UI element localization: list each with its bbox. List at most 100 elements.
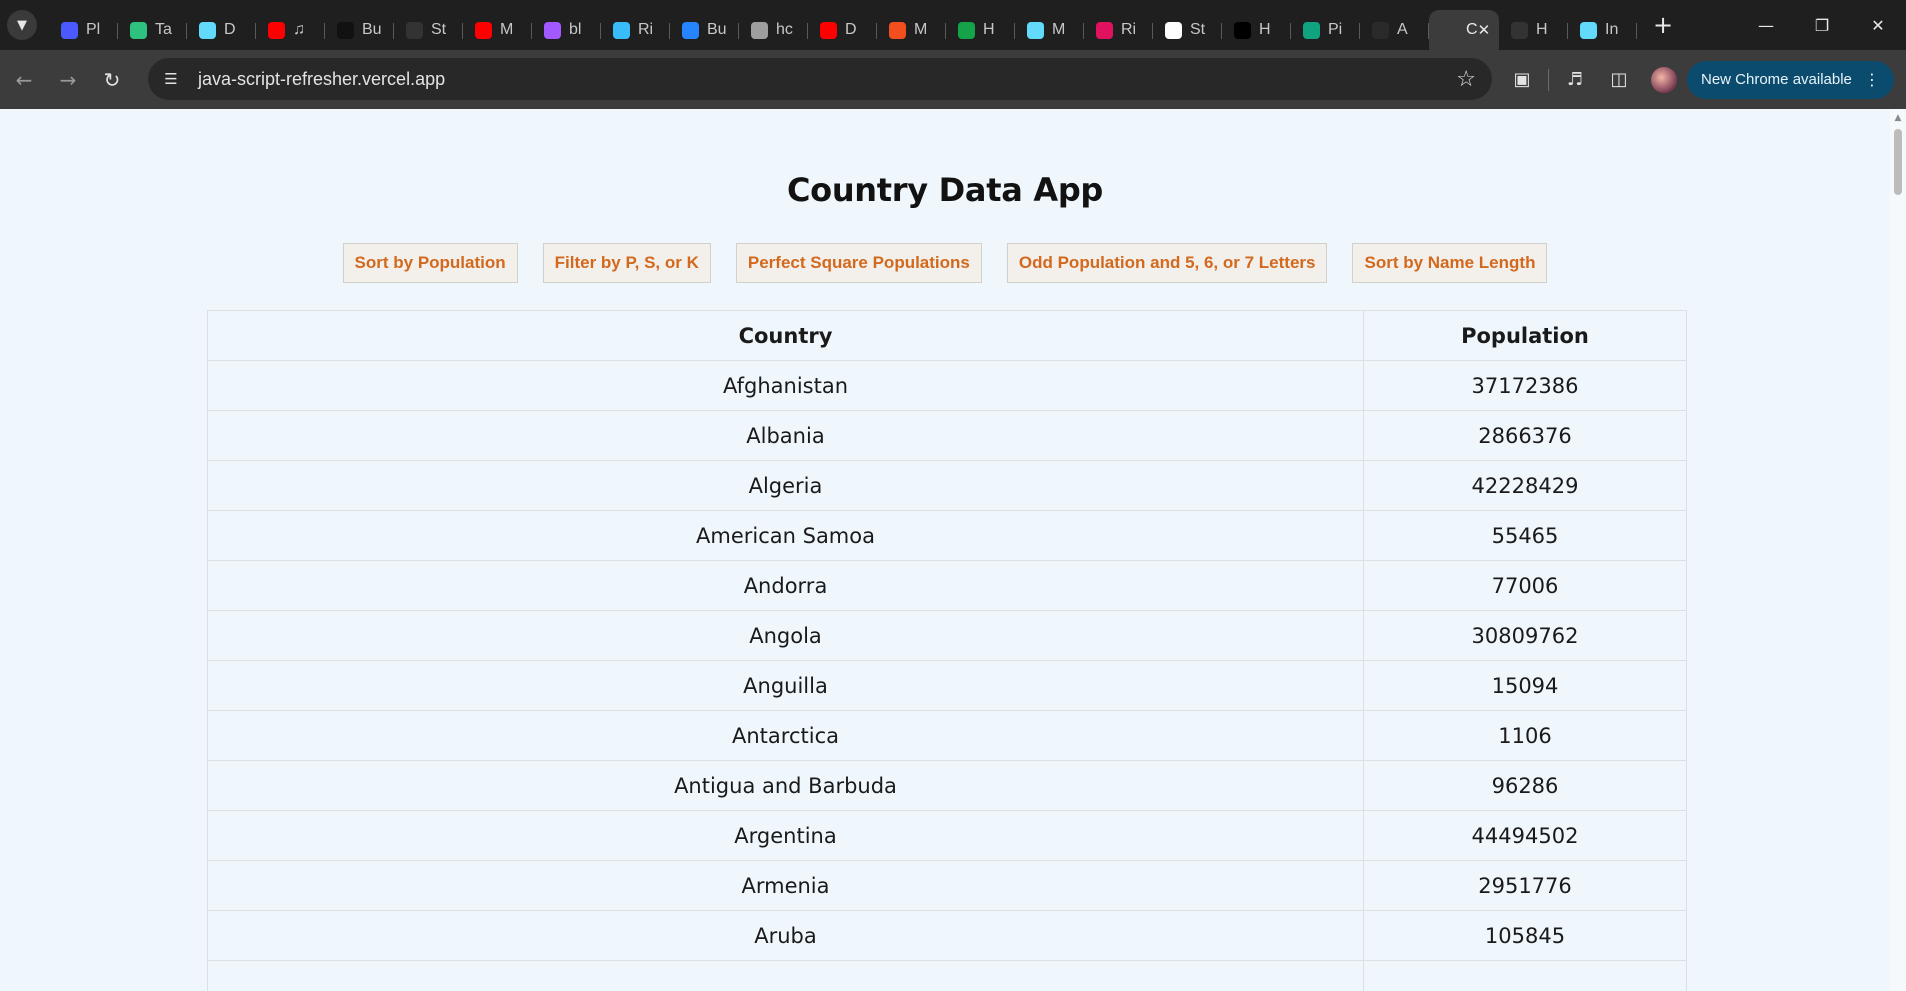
browser-tab[interactable]: Pl: [49, 10, 118, 50]
site-info-icon[interactable]: ☰: [156, 64, 186, 94]
profile-avatar[interactable]: [1651, 66, 1677, 93]
bookmark-star-icon[interactable]: ☆: [1456, 67, 1476, 92]
browser-tab[interactable]: Pi: [1291, 10, 1360, 50]
browser-tab[interactable]: D: [808, 10, 877, 50]
chatgpt-icon: [1303, 21, 1320, 39]
calendar-icon: [751, 21, 768, 39]
tab-label: hc: [776, 21, 793, 38]
page-scrollbar[interactable]: ▲: [1890, 109, 1906, 991]
window-controls: — ❐ ✕: [1738, 0, 1906, 50]
tab-label: M: [914, 21, 928, 38]
youtube-icon: [820, 21, 837, 39]
reload-icon[interactable]: ↻: [92, 60, 132, 100]
browser-tab[interactable]: H: [946, 10, 1015, 50]
population-cell: 2866376: [1363, 410, 1687, 461]
page-viewport: Country Data App Sort by Population Filte…: [0, 109, 1906, 991]
react-icon: [1027, 21, 1044, 39]
filter-psk-button[interactable]: Filter by P, S, or K: [542, 243, 711, 283]
browser-tab[interactable]: St: [394, 10, 463, 50]
media-controls-icon[interactable]: ♬: [1553, 58, 1597, 102]
country-cell: Anguilla: [207, 660, 1364, 711]
population-cell: 37172386: [1363, 360, 1687, 411]
react-icon: [1096, 21, 1113, 39]
tab-label: H: [1536, 21, 1548, 38]
table-row: Algeria 42228429: [207, 460, 1687, 511]
browser-tab[interactable]: M: [1015, 10, 1084, 50]
country-cell: [207, 960, 1364, 991]
restore-icon[interactable]: ❐: [1794, 0, 1850, 50]
country-cell: Antarctica: [207, 710, 1364, 761]
tab-label: A: [1397, 21, 1408, 38]
github-icon: [1511, 21, 1528, 39]
new-tab-icon[interactable]: +: [1653, 11, 1673, 39]
browser-tab[interactable]: H: [1499, 10, 1568, 50]
scroll-up-arrow-icon[interactable]: ▲: [1890, 113, 1906, 123]
tab-list: Pl Ta D ♫ Bu St Mbl Ri Bu hc D M H M Ri St H Pi A C ✕ H In: [49, 0, 1637, 50]
table-row: Andorra 77006: [207, 560, 1687, 611]
back-icon[interactable]: ←: [4, 60, 44, 100]
browser-tab[interactable]: hc: [739, 10, 808, 50]
country-cell: Armenia: [207, 860, 1364, 911]
browser-tab[interactable]: M: [877, 10, 946, 50]
country-column-header: Country: [207, 310, 1364, 361]
table-row: Armenia 2951776: [207, 860, 1687, 911]
browser-tab[interactable]: Ta: [118, 10, 187, 50]
browser-tab[interactable]: ♫: [256, 10, 325, 50]
update-label: New Chrome available: [1701, 71, 1852, 88]
side-panel-icon[interactable]: ◫: [1597, 58, 1641, 102]
perfect-square-button[interactable]: Perfect Square Populations: [735, 243, 982, 283]
population-cell: [1363, 960, 1687, 991]
close-window-icon[interactable]: ✕: [1850, 0, 1906, 50]
tab-label: D: [845, 21, 857, 38]
browser-tab[interactable]: Bu: [670, 10, 739, 50]
jira-icon: [682, 21, 699, 39]
github-icon: [406, 21, 423, 39]
tab-search-icon[interactable]: ▼: [7, 10, 37, 40]
extensions-icon[interactable]: ▣: [1500, 58, 1544, 102]
w-letter-icon: [958, 21, 975, 39]
browser-tab[interactable]: A: [1360, 10, 1429, 50]
odd-population-button[interactable]: Odd Population and 5, 6, or 7 Letters: [1006, 243, 1328, 283]
population-cell: 42228429: [1363, 460, 1687, 511]
minimize-icon[interactable]: —: [1738, 0, 1794, 50]
figma-icon: [889, 21, 906, 39]
browser-tab[interactable]: St: [1153, 10, 1222, 50]
crown-icon: [1165, 21, 1182, 39]
n-letter-icon: [337, 21, 354, 39]
scroll-thumb[interactable]: [1894, 129, 1902, 195]
toolbar-divider: [1548, 68, 1549, 91]
browser-tab[interactable]: C ✕: [1429, 10, 1499, 50]
table-row: Aruba 105845: [207, 910, 1687, 961]
browser-tab[interactable]: Ri: [601, 10, 670, 50]
sort-by-population-button[interactable]: Sort by Population: [342, 243, 518, 283]
react-icon: [199, 21, 216, 39]
browser-tab[interactable]: bl: [532, 10, 601, 50]
tailwind-icon: [613, 21, 630, 39]
close-tab-icon[interactable]: ✕: [1478, 21, 1491, 39]
tab-strip: ▼ Pl Ta D ♫ Bu St Mbl Ri Bu hc D M H M Ri St H Pi A C ✕ H In +…: [0, 0, 1906, 50]
browser-tab[interactable]: D: [187, 10, 256, 50]
country-cell: Aruba: [207, 910, 1364, 961]
country-cell: Albania: [207, 410, 1364, 461]
browser-tab[interactable]: In: [1568, 10, 1637, 50]
react-icon: [1580, 21, 1597, 39]
browser-tab[interactable]: M: [463, 10, 532, 50]
browser-tab[interactable]: H: [1222, 10, 1291, 50]
sort-by-name-length-button[interactable]: Sort by Name Length: [1352, 243, 1548, 283]
url-text[interactable]: java-script-refresher.vercel.app: [198, 69, 445, 90]
population-cell: 96286: [1363, 760, 1687, 811]
browser-tab[interactable]: Bu: [325, 10, 394, 50]
table-row: Antigua and Barbuda 96286: [207, 760, 1687, 811]
more-options-icon[interactable]: ⋮: [1864, 70, 1880, 90]
address-bar[interactable]: ☰ java-script-refresher.vercel.app ☆: [148, 58, 1492, 100]
tab-label: Ta: [155, 21, 172, 38]
chrome-update-button[interactable]: New Chrome available ⋮: [1687, 60, 1894, 99]
table-row: American Samoa 55465: [207, 510, 1687, 561]
browser-tab[interactable]: Ri: [1084, 10, 1153, 50]
tab-label: C: [1466, 21, 1478, 38]
population-cell: 55465: [1363, 510, 1687, 561]
forward-icon[interactable]: →: [48, 60, 88, 100]
tab-label: Bu: [707, 21, 727, 38]
tab-label: Pl: [86, 21, 101, 38]
country-cell: Afghanistan: [207, 360, 1364, 411]
